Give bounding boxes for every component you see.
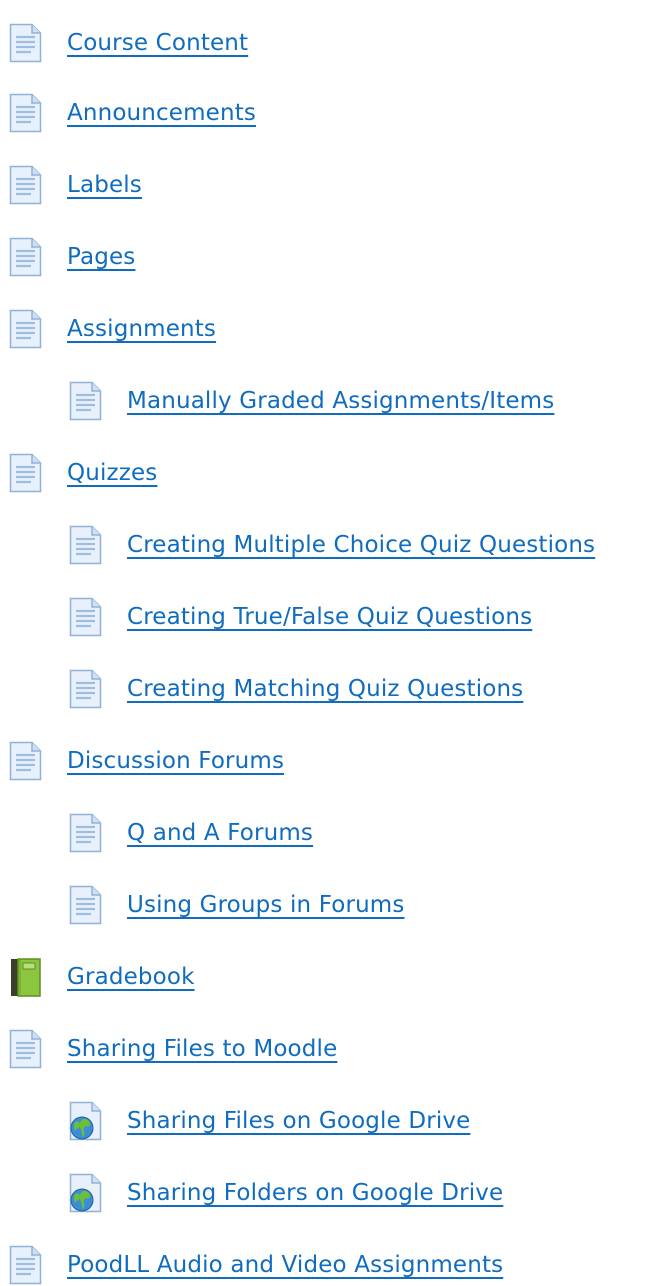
- item-link[interactable]: Manually Graded Assignments/Items: [127, 381, 554, 421]
- page-icon: [69, 525, 102, 565]
- page-icon: [9, 93, 42, 133]
- page-icon: [9, 23, 42, 63]
- item-link[interactable]: Labels: [67, 165, 142, 205]
- item-link[interactable]: Sharing Files on Google Drive: [127, 1101, 470, 1141]
- list-item[interactable]: Labels: [8, 165, 142, 205]
- page-icon: [9, 237, 42, 277]
- item-link[interactable]: Sharing Files to Moodle: [67, 1029, 337, 1069]
- page-icon: [69, 381, 102, 421]
- list-item[interactable]: Q and A Forums: [68, 813, 313, 853]
- item-link[interactable]: Pages: [67, 237, 135, 277]
- url-globe-icon: [69, 1173, 102, 1213]
- list-item[interactable]: Discussion Forums: [8, 741, 284, 781]
- page-icon: [9, 741, 42, 781]
- list-item[interactable]: Using Groups in Forums: [68, 885, 405, 925]
- item-link[interactable]: Assignments: [67, 309, 216, 349]
- list-item[interactable]: Creating True/False Quiz Questions: [68, 597, 532, 637]
- page-icon: [69, 597, 102, 637]
- item-link[interactable]: Q and A Forums: [127, 813, 313, 853]
- item-link[interactable]: Creating Multiple Choice Quiz Questions: [127, 525, 595, 565]
- item-link[interactable]: Announcements: [67, 93, 256, 133]
- item-link[interactable]: Course Content: [67, 23, 248, 63]
- list-item[interactable]: Pages: [8, 237, 135, 277]
- course-content-list: Course Content Announcements Labels Page…: [0, 0, 669, 1286]
- url-globe-icon: [69, 1101, 102, 1141]
- list-item[interactable]: Manually Graded Assignments/Items: [68, 381, 554, 421]
- list-item[interactable]: Gradebook: [8, 957, 195, 997]
- list-item[interactable]: Creating Multiple Choice Quiz Questions: [68, 525, 595, 565]
- page-icon: [9, 1029, 42, 1069]
- list-item[interactable]: Sharing Files on Google Drive: [68, 1101, 470, 1141]
- item-link[interactable]: PoodLL Audio and Video Assignments: [67, 1245, 503, 1285]
- list-item[interactable]: Quizzes: [8, 453, 157, 493]
- item-link[interactable]: Gradebook: [67, 957, 195, 997]
- list-item[interactable]: PoodLL Audio and Video Assignments: [8, 1245, 503, 1285]
- book-icon: [11, 958, 41, 997]
- item-link[interactable]: Creating Matching Quiz Questions: [127, 669, 523, 709]
- list-item[interactable]: Sharing Files to Moodle: [8, 1029, 337, 1069]
- page-icon: [9, 309, 42, 349]
- list-item[interactable]: Sharing Folders on Google Drive: [68, 1173, 503, 1213]
- item-link[interactable]: Quizzes: [67, 453, 157, 493]
- page-icon: [9, 453, 42, 493]
- page-icon: [9, 165, 42, 205]
- item-link[interactable]: Sharing Folders on Google Drive: [127, 1173, 503, 1213]
- page-icon: [69, 885, 102, 925]
- list-item[interactable]: Creating Matching Quiz Questions: [68, 669, 523, 709]
- list-item[interactable]: Assignments: [8, 309, 216, 349]
- page-icon: [9, 1245, 42, 1285]
- item-link[interactable]: Discussion Forums: [67, 741, 284, 781]
- item-link[interactable]: Creating True/False Quiz Questions: [127, 597, 532, 637]
- page-icon: [69, 813, 102, 853]
- list-item[interactable]: Course Content: [8, 23, 248, 63]
- item-link[interactable]: Using Groups in Forums: [127, 885, 405, 925]
- page-icon: [69, 669, 102, 709]
- list-item[interactable]: Announcements: [8, 93, 256, 133]
